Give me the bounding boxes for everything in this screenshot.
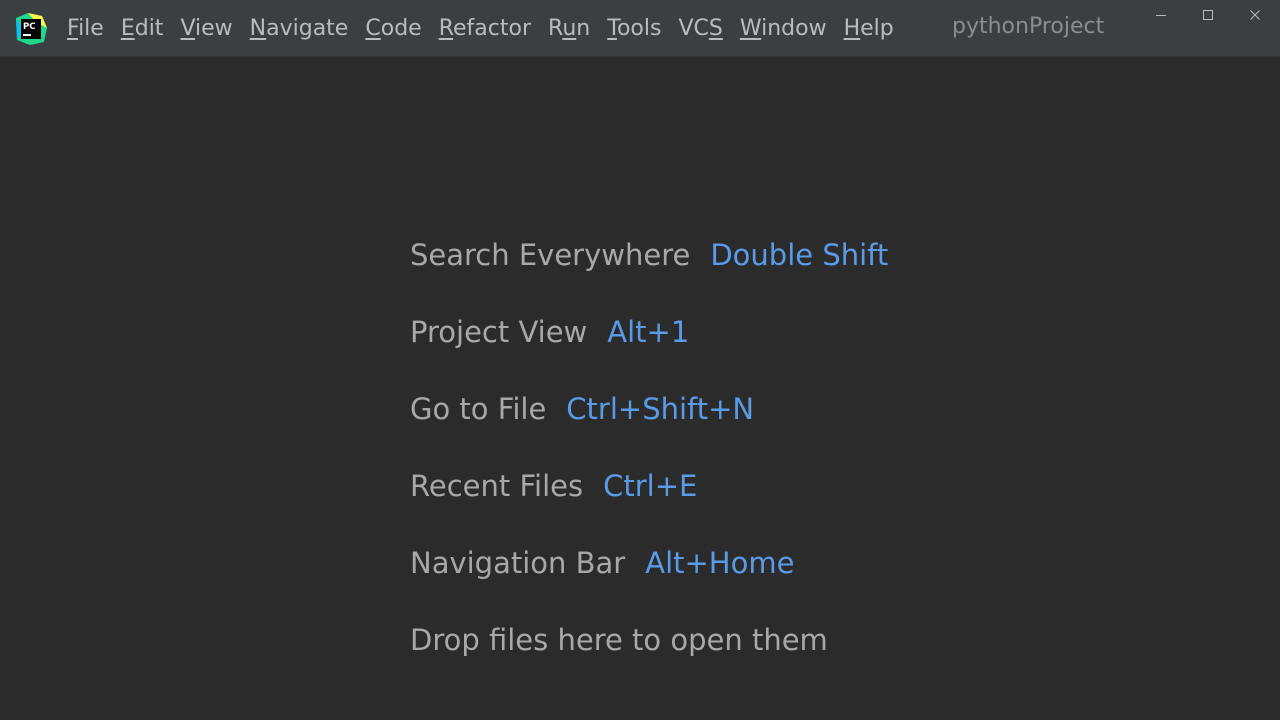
close-icon: [1250, 10, 1260, 20]
menu-edit[interactable]: Edit: [112, 16, 172, 41]
hint-search-everywhere: Search Everywhere Double Shift: [410, 238, 888, 272]
drop-files-hint: Drop files here to open them: [410, 623, 828, 657]
pycharm-logo-icon[interactable]: PC: [14, 12, 48, 46]
hint-project-view: Project View Alt+1: [410, 315, 689, 349]
menu-code[interactable]: Code: [356, 16, 429, 41]
close-button[interactable]: [1232, 4, 1278, 26]
editor-empty-area[interactable]: Search Everywhere Double Shift Project Vi…: [1, 58, 1279, 719]
title-bar: PC File Edit View Navigate Code Refactor Run To…: [0, 0, 1280, 57]
menu-window[interactable]: Window: [731, 16, 835, 41]
hint-label: Navigation Bar: [410, 546, 626, 580]
hint-label: Recent Files: [410, 469, 584, 503]
menu-refactor[interactable]: Refactor: [430, 16, 539, 41]
minimize-button[interactable]: [1138, 4, 1184, 26]
menu-navigate[interactable]: Navigate: [241, 16, 357, 41]
menu-file[interactable]: File: [58, 16, 112, 41]
project-title: pythonProject: [952, 14, 1105, 39]
menu-view[interactable]: View: [171, 16, 240, 41]
logo-text: PC: [23, 22, 35, 32]
hint-shortcut: Ctrl+E: [603, 469, 698, 503]
hint-go-to-file: Go to File Ctrl+Shift+N: [410, 392, 754, 426]
menu-help[interactable]: Help: [835, 16, 902, 41]
hint-recent-files: Recent Files Ctrl+E: [410, 469, 697, 503]
hint-label: Go to File: [410, 392, 547, 426]
hint-label: Search Everywhere: [410, 238, 691, 272]
hint-shortcut: Alt+1: [607, 315, 690, 349]
menu-vcs[interactable]: VCS: [669, 16, 730, 41]
minimize-icon: [1156, 15, 1166, 16]
menu-bar: File Edit View Navigate Code Refactor Run Tools…: [58, 0, 902, 57]
hint-label: Project View: [410, 315, 588, 349]
hint-shortcut: Ctrl+Shift+N: [566, 392, 755, 426]
hint-shortcut: Alt+Home: [645, 546, 795, 580]
menu-tools[interactable]: Tools: [598, 16, 669, 41]
menu-run[interactable]: Run: [539, 16, 598, 41]
maximize-icon: [1203, 10, 1213, 20]
hint-shortcut: Double Shift: [710, 238, 889, 272]
hint-navigation-bar: Navigation Bar Alt+Home: [410, 546, 794, 580]
maximize-button[interactable]: [1185, 4, 1231, 26]
